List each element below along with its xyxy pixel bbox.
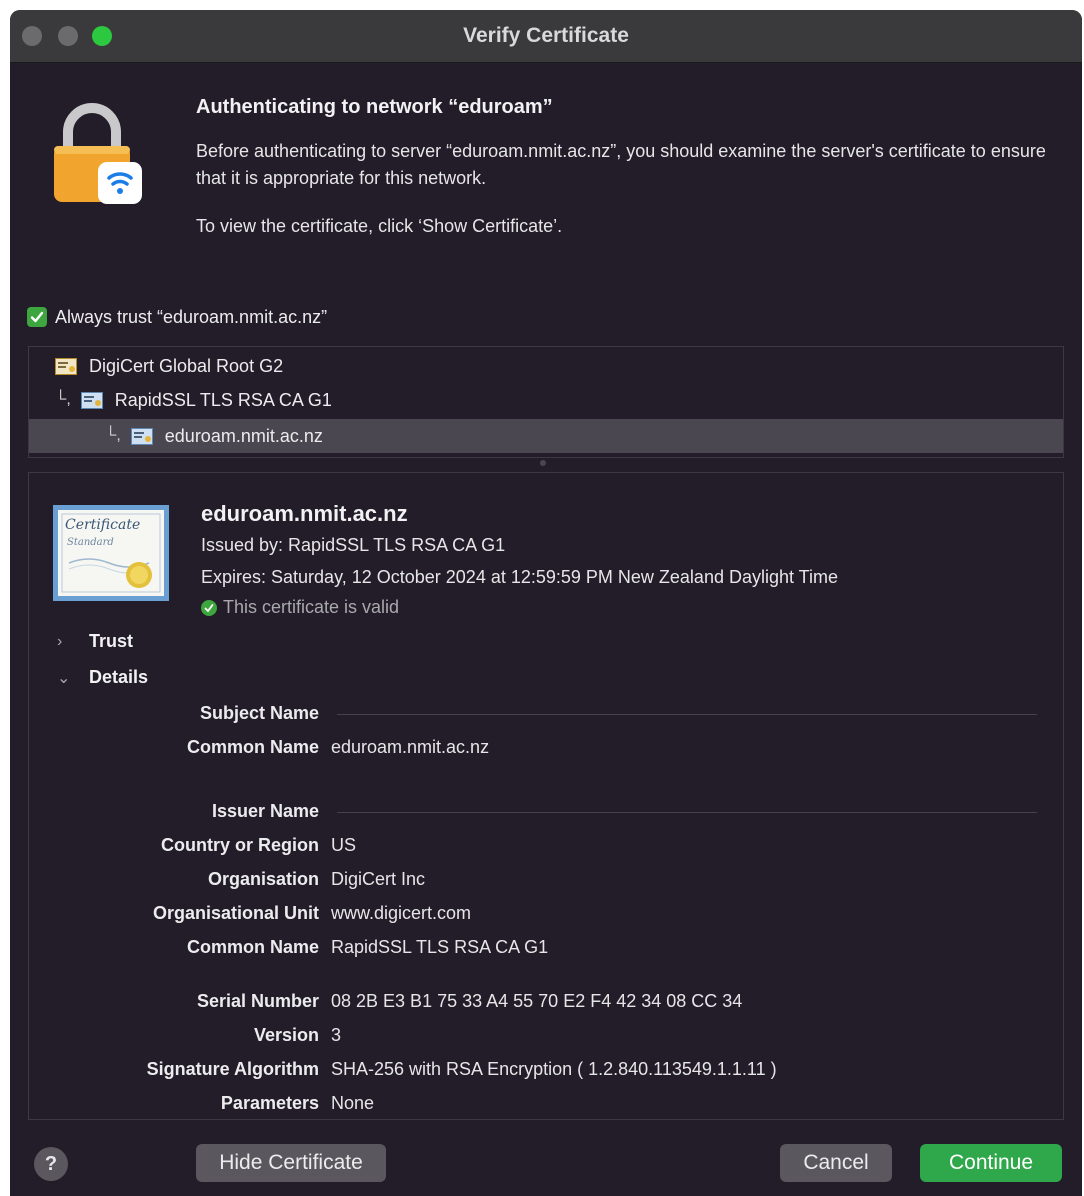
checkbox-checked-icon[interactable] [27, 307, 47, 327]
dialog-heading: Authenticating to network “eduroam” [196, 96, 553, 118]
hide-certificate-button[interactable]: Hide Certificate [196, 1144, 386, 1182]
certificate-status-label: This certificate is valid [223, 597, 400, 617]
detail-value: www.digicert.com [331, 903, 472, 923]
detail-value: RapidSSL TLS RSA CA G1 [331, 937, 549, 957]
detail-value: US [331, 835, 357, 855]
certificate-icon [130, 427, 153, 445]
tree-branch-icon: └, [55, 391, 71, 408]
dialog-description: Before authenticating to server “eduroam… [196, 141, 1046, 188]
detail-value: SHA-256 with RSA Encryption ( 1.2.840.11… [331, 1059, 777, 1079]
detail-value: DigiCert Inc [331, 869, 426, 889]
certificate-issuer: Issued by: RapidSSL TLS RSA CA G1 [201, 535, 506, 555]
detail-label: Signature Algorithm [146, 1059, 319, 1079]
help-button[interactable]: ? [34, 1147, 68, 1181]
chevron-right-icon: › [57, 632, 63, 650]
always-trust-label: Always trust “eduroam.nmit.ac.nz” [55, 306, 328, 327]
certificate-common-name: eduroam.nmit.ac.nz [201, 501, 408, 526]
always-trust-checkbox[interactable]: Always trust “eduroam.nmit.ac.nz” [27, 306, 327, 328]
trust-section-label: Trust [89, 631, 134, 651]
split-view-handle[interactable] [540, 460, 546, 466]
detail-label: Organisation [207, 869, 319, 889]
cancel-button[interactable]: Cancel [780, 1144, 892, 1182]
detail-label: Parameters [220, 1093, 319, 1113]
chain-item-label: eduroam.nmit.ac.nz [164, 425, 323, 446]
section-divider [337, 714, 1037, 715]
lock-wifi-icon [54, 103, 142, 204]
tree-branch-icon: └, [105, 427, 121, 444]
detail-value: 3 [331, 1025, 342, 1045]
title-bar: Verify Certificate [10, 10, 1082, 63]
certificate-icon [55, 357, 77, 375]
chevron-down-icon: ⌄ [57, 669, 71, 687]
issuer-name-header: Issuer Name [211, 801, 319, 821]
certificate-badge-subtitle: Standard [67, 537, 114, 548]
subject-name-header: Subject Name [199, 703, 319, 723]
detail-label: Version [253, 1025, 319, 1045]
detail-label: Serial Number [196, 991, 319, 1011]
detail-value: None [331, 1093, 375, 1113]
detail-value: 08 2B E3 B1 75 33 A4 55 70 E2 F4 42 34 0… [331, 991, 743, 1011]
details-disclosure[interactable]: ⌄ Details [57, 667, 148, 688]
detail-label: Country or Region [161, 835, 319, 855]
chain-item-label: RapidSSL TLS RSA CA G1 [114, 389, 332, 410]
window-title: Verify Certificate [463, 24, 629, 47]
certificate-badge-title: Certificate [65, 517, 141, 533]
detail-label: Common Name [186, 937, 319, 957]
certificate-detail-pane: Certificate Standard eduroam.nmit.ac.nz … [28, 472, 1064, 1120]
checkmark-icon [201, 599, 217, 616]
certificate-badge: Certificate Standard [53, 505, 169, 601]
chain-item-leaf[interactable]: └, eduroam.nmit.ac.nz [29, 419, 1063, 453]
detail-label: Common Name [186, 737, 319, 757]
section-divider [337, 812, 1037, 813]
details-section-label: Details [89, 667, 149, 687]
certificate-expiry: Expires: Saturday, 12 October 2024 at 12… [201, 567, 839, 587]
chain-item-label: DigiCert Global Root G2 [89, 355, 284, 376]
continue-button[interactable]: Continue [920, 1144, 1062, 1182]
detail-value: eduroam.nmit.ac.nz [331, 737, 490, 757]
verify-certificate-window: Verify Certificate Authenticating to net… [10, 10, 1082, 1196]
certificate-chain-list: DigiCert Global Root G2 └, RapidSSL TLS … [28, 346, 1064, 458]
trust-disclosure[interactable]: › Trust [57, 631, 133, 652]
dialog-instruction: To view the certificate, click ‘Show Cer… [196, 216, 563, 236]
chain-item-intermediate[interactable]: └, RapidSSL TLS RSA CA G1 [29, 383, 1063, 417]
certificate-icon [80, 391, 103, 409]
chain-item-root[interactable]: DigiCert Global Root G2 [29, 349, 1063, 383]
detail-label: Organisational Unit [152, 903, 319, 923]
certificate-status: This certificate is valid [201, 597, 399, 618]
